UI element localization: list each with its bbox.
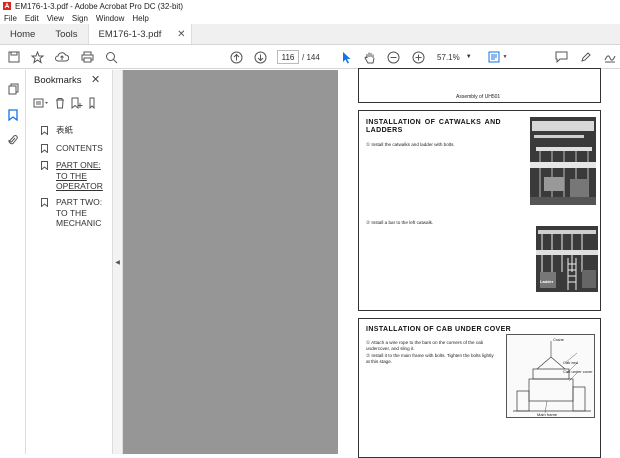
attachments-paperclip-icon[interactable] [6, 133, 20, 147]
ladder-label: Ladder [540, 279, 554, 284]
pdf-page: Assembly of UH501 INSTALLATION OF CATWAL… [338, 68, 620, 458]
previous-section-panel: Assembly of UH501 [358, 68, 601, 103]
zoom-level-dropdown[interactable]: 57.1% ▼ [437, 50, 477, 64]
tab-document-label: EM176-1-3.pdf [98, 28, 162, 40]
catwalks-step-1: ① Install the catwalks and ladder with b… [366, 142, 455, 147]
next-page-icon[interactable] [253, 49, 267, 65]
menu-view[interactable]: View [43, 14, 68, 23]
menu-bar: File Edit View Sign Window Help [0, 12, 620, 24]
bookmark-ribbon-icon [41, 125, 49, 138]
bookmarks-icon[interactable] [6, 108, 20, 122]
ladder-photo: Ladder [536, 212, 598, 292]
collapse-arrow-icon: ◀ [115, 259, 120, 266]
bookmarks-toolbar [33, 96, 111, 112]
page-view-chevron-icon[interactable]: ▼ [501, 49, 509, 65]
menu-file[interactable]: File [0, 14, 21, 23]
zoom-in-icon[interactable] [411, 49, 425, 65]
page-thumbnails-icon[interactable] [6, 82, 20, 96]
tab-tools[interactable]: Tools [45, 24, 87, 44]
window-title: EM176-1-3.pdf - Adobe Acrobat Pro DC (32… [15, 1, 184, 11]
menu-sign[interactable]: Sign [68, 14, 92, 23]
tab-bar: Home Tools EM176-1-3.pdf ✕ [0, 24, 620, 45]
catwalks-section-panel: INSTALLATION OF CATWALKS AND LADDERS ① I… [358, 110, 601, 311]
cab-under-cover-section-panel: INSTALLATION OF CAB UNDER COVER ① Attach… [358, 318, 601, 458]
print-icon[interactable] [80, 49, 94, 65]
bookmark-label: 表紙 [56, 125, 74, 135]
bookmark-ribbon-icon [41, 197, 49, 229]
page-number-input[interactable]: 116 [277, 50, 299, 64]
bookmark-label: PART ONE: TO THE OPERATOR [56, 160, 103, 191]
previous-page-icon[interactable] [229, 49, 243, 65]
page-total: / 144 [302, 52, 320, 62]
close-panel-icon[interactable]: ✕ [91, 73, 100, 86]
toolbar: 116 / 144 57.1% ▼ ▼ [0, 45, 620, 69]
catwalks-photo [530, 117, 596, 205]
cab-step-1: ① Attach a wire rope to the bars on the … [366, 340, 484, 351]
zoom-out-icon[interactable] [386, 49, 400, 65]
bookmark-more-icon[interactable] [89, 97, 95, 111]
bookmark-label: CONTENTS [56, 143, 103, 153]
save-icon[interactable] [7, 49, 21, 65]
catwalks-heading: INSTALLATION OF CATWALKS AND LADDERS [366, 119, 501, 134]
cab-under-cover-label: Cab under cover [563, 369, 593, 374]
panel-collapse-handle[interactable]: ◀ [112, 70, 123, 454]
upload-cloud-icon[interactable] [55, 49, 69, 65]
menu-window[interactable]: Window [92, 14, 128, 23]
bookmark-item[interactable]: CONTENTS [41, 143, 110, 156]
comment-icon[interactable] [554, 49, 568, 65]
bookmarks-title: Bookmarks [34, 75, 82, 86]
catwalks-step-2: ② Install a bar to the left catwalk. [366, 220, 434, 225]
tab-home[interactable]: Home [0, 24, 45, 44]
cab-under-cover-heading: INSTALLATION OF CAB UNDER COVER [366, 326, 512, 333]
select-cursor-icon[interactable] [340, 49, 354, 65]
bookmark-item[interactable]: 表紙 [41, 125, 110, 138]
bookmark-star-icon[interactable] [30, 49, 44, 65]
title-bar: EM176-1-3.pdf - Adobe Acrobat Pro DC (32… [0, 0, 620, 12]
crane-label: Crane [553, 337, 564, 342]
bookmark-ribbon-icon [41, 160, 49, 192]
assembly-caption: Assembly of UH501 [456, 94, 501, 100]
acrobat-logo-icon [3, 2, 11, 10]
zoom-search-icon[interactable] [104, 49, 118, 65]
previous-page-area [123, 70, 338, 454]
bookmarks-panel: Bookmarks ✕ 表紙 CONTENTS PART ONE: TO THE… [27, 70, 112, 454]
highlight-pen-icon[interactable] [579, 49, 593, 65]
cab-under-cover-diagram: Crane Cab bed Cab under cover Main frame [506, 334, 595, 418]
bookmark-item[interactable]: PART TWO: TO THE MECHANIC [41, 197, 110, 229]
cab-bed-label: Cab bed [563, 360, 579, 365]
menu-edit[interactable]: Edit [21, 14, 43, 23]
delete-bookmark-icon[interactable] [55, 97, 65, 111]
menu-help[interactable]: Help [128, 14, 152, 23]
cab-step-2: ② Install it to the main frame with bolt… [366, 353, 494, 364]
new-bookmark-icon[interactable] [71, 97, 83, 111]
main-frame-label: Main frame [537, 412, 558, 417]
zoom-value: 57.1% [437, 52, 460, 62]
tab-document[interactable]: EM176-1-3.pdf ✕ [87, 24, 192, 44]
chevron-down-icon: ▼ [465, 54, 472, 60]
hand-tool-icon[interactable] [363, 49, 377, 65]
left-navigation-rail [0, 70, 26, 454]
options-menu-icon[interactable] [33, 98, 49, 110]
sign-icon[interactable] [603, 49, 617, 65]
page-view-icon[interactable] [487, 49, 501, 65]
bookmark-label: PART TWO: TO THE MECHANIC [56, 197, 103, 228]
bookmark-item[interactable]: PART ONE: TO THE OPERATOR [41, 160, 110, 192]
close-tab-icon[interactable]: ✕ [177, 29, 185, 40]
bookmark-ribbon-icon [41, 143, 49, 156]
